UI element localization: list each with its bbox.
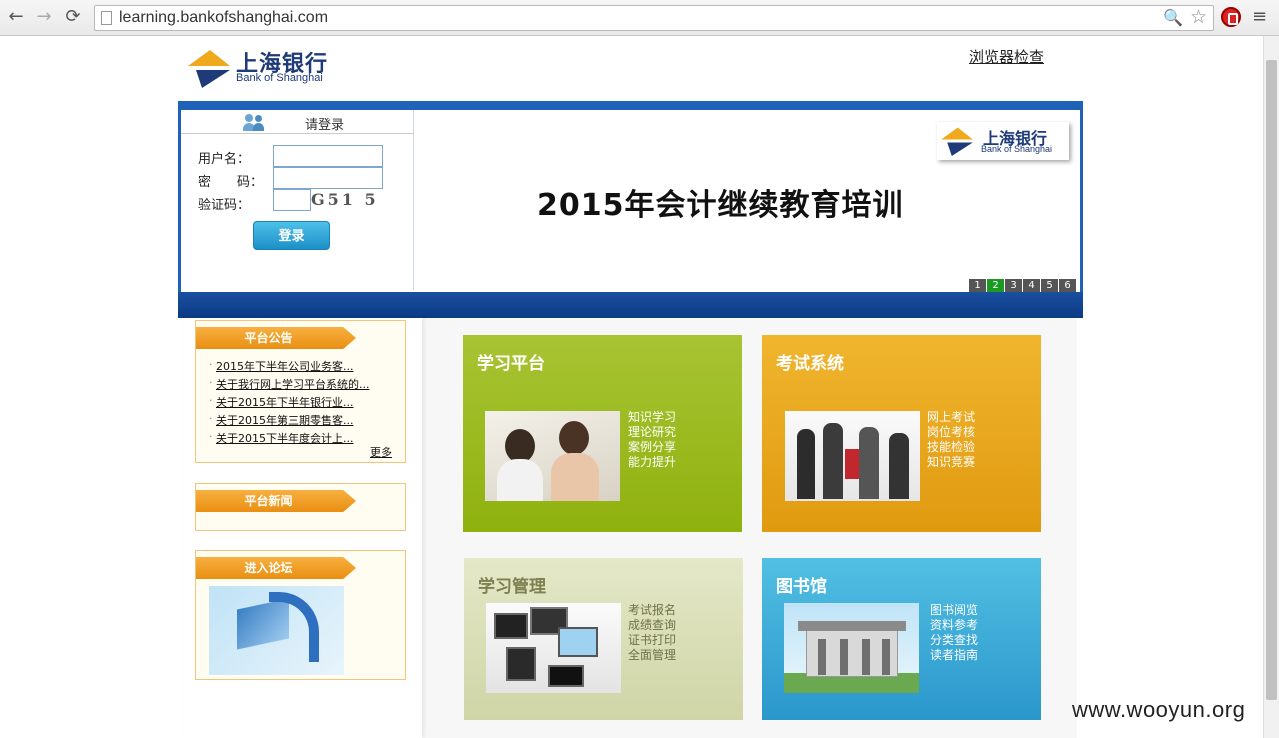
username-field[interactable]	[273, 145, 383, 167]
back-icon[interactable]: ←	[5, 6, 27, 28]
tile-study-platform[interactable]: 学习平台 知识学习 理论研究 案例分享 能力提升	[463, 335, 742, 532]
browser-check-link[interactable]: 浏览器检查	[969, 46, 1044, 67]
browser-toolbar: ← → ⟳ learning.bankofshanghai.com 🔍 ☆ ≡	[0, 0, 1279, 36]
tile-library-line: 资料参考	[930, 618, 979, 632]
announcements-title: 平台公告	[244, 331, 293, 345]
forum-arrow-graphic	[269, 592, 319, 662]
bank-logo-mark-icon	[188, 50, 230, 88]
tile-exam-line: 知识竞赛	[927, 455, 976, 469]
tile-manage-title: 学习管理	[478, 577, 546, 597]
banner-logo: 上海银行 Bank of Shanghai	[937, 122, 1069, 160]
exam-photo	[785, 411, 920, 501]
bookmark-star-icon[interactable]: ☆	[1190, 6, 1207, 28]
tile-study-management[interactable]: 学习管理 考试报名 成绩查询 证书打印 全面管理	[464, 558, 743, 720]
pager-item[interactable]: 6	[1059, 279, 1076, 292]
news-title: 平台新闻	[244, 494, 293, 508]
captcha-field[interactable]	[273, 189, 311, 211]
login-panel: 请登录 用户名： 密 码： 验证码： G51 5 登录	[181, 110, 414, 290]
tile-study-line: 案例分享	[628, 440, 677, 454]
tile-library-line: 读者指南	[930, 648, 979, 662]
username-label: 用户名：	[198, 152, 251, 167]
extension-stop-icon[interactable]	[1221, 7, 1241, 27]
tile-study-line: 知识学习	[628, 410, 677, 424]
tile-study-title: 学习平台	[477, 354, 545, 374]
login-header: 请登录	[181, 110, 414, 134]
password-field[interactable]	[273, 167, 383, 189]
page-icon	[101, 11, 112, 25]
forum-title: 进入论坛	[244, 561, 293, 575]
tile-exam-title: 考试系统	[776, 354, 844, 374]
tile-library-line: 图书阅览	[930, 603, 979, 617]
forward-icon[interactable]: →	[33, 6, 55, 28]
scrollbar-thumb[interactable]	[1266, 60, 1277, 700]
captcha-label: 验证码：	[198, 198, 251, 213]
password-label: 密 码：	[198, 175, 264, 190]
tile-exam-line: 技能检验	[927, 440, 976, 454]
tile-study-line: 能力提升	[628, 455, 677, 469]
announcements-box: 平台公告 2015年下半年公司业务客... 关于我行网上学习平台系统的... 关…	[195, 320, 406, 463]
announcement-item[interactable]: 关于2015年下半年银行业...	[209, 394, 354, 410]
banner-title: 2015年会计继续教育培训	[537, 188, 904, 223]
pager-item[interactable]: 5	[1041, 279, 1058, 292]
tile-manage-line: 证书打印	[628, 633, 677, 647]
forum-image[interactable]	[209, 586, 344, 675]
tile-exam-system[interactable]: 考试系统 网上考试 岗位考核 技能检验 知识竞赛	[762, 335, 1041, 532]
zoom-icon[interactable]: 🔍	[1163, 8, 1183, 27]
announcements-more-link[interactable]: 更多	[370, 444, 392, 460]
pager-item-active[interactable]: 2	[987, 279, 1004, 292]
pager-item[interactable]: 4	[1023, 279, 1040, 292]
tile-manage-line: 全面管理	[628, 648, 677, 662]
url-text: learning.bankofshanghai.com	[119, 9, 329, 26]
tile-manage-line: 成绩查询	[628, 618, 677, 632]
logo-english-name: Bank of Shanghai	[236, 72, 323, 84]
users-icon	[243, 114, 267, 132]
manage-photo	[486, 603, 621, 693]
tile-study-lines: 知识学习 理论研究 案例分享 能力提升	[628, 410, 676, 470]
reload-icon[interactable]: ⟳	[62, 6, 84, 28]
pager-item[interactable]: 1	[969, 279, 986, 292]
bank-logo[interactable]: 上海银行 Bank of Shanghai	[188, 46, 338, 90]
tile-exam-line: 网上考试	[927, 410, 976, 424]
tile-study-line: 理论研究	[628, 425, 677, 439]
pager-item[interactable]: 3	[1005, 279, 1022, 292]
tile-manage-line: 考试报名	[628, 603, 677, 617]
address-bar[interactable]: learning.bankofshanghai.com 🔍 ☆	[94, 5, 1214, 31]
news-ribbon[interactable]: 平台新闻	[196, 490, 356, 512]
tile-manage-lines: 考试报名 成绩查询 证书打印 全面管理	[628, 603, 676, 663]
menu-icon[interactable]: ≡	[1252, 6, 1267, 27]
news-box: 平台新闻	[195, 483, 406, 531]
login-title: 请登录	[305, 118, 345, 133]
tile-exam-lines: 网上考试 岗位考核 技能检验 知识竞赛	[927, 410, 975, 470]
watermark: www.wooyun.org	[1072, 697, 1246, 722]
banner-pager: 1 2 3 4 5 6	[968, 279, 1076, 292]
frame-top-bar	[178, 101, 1083, 110]
study-photo	[485, 411, 620, 501]
captcha-image[interactable]: G51 5	[311, 190, 383, 212]
tile-library[interactable]: 图书馆 图书阅览 资料参考 分类查找 读者指南	[762, 558, 1041, 720]
frame-right-border	[1080, 101, 1083, 301]
announcement-item[interactable]: 2015年下半年公司业务客...	[209, 358, 354, 374]
tile-library-lines: 图书阅览 资料参考 分类查找 读者指南	[930, 603, 978, 663]
forum-box[interactable]: 进入论坛	[195, 550, 406, 680]
forum-ribbon[interactable]: 进入论坛	[196, 557, 356, 579]
login-button[interactable]: 登录	[253, 221, 330, 250]
announcements-ribbon: 平台公告	[196, 327, 356, 349]
announcement-item[interactable]: 关于2015下半年度会计上...	[209, 430, 354, 446]
banner-slideshow[interactable]: 上海银行 Bank of Shanghai 2015年会计继续教育培训 1 2 …	[416, 110, 1080, 292]
banner-logo-mark-icon	[941, 127, 973, 156]
announcement-item[interactable]: 关于2015年第三期零售客...	[209, 412, 354, 428]
tile-exam-line: 岗位考核	[927, 425, 976, 439]
library-photo	[784, 603, 919, 693]
announcement-item[interactable]: 关于我行网上学习平台系统的...	[209, 376, 369, 392]
tile-library-line: 分类查找	[930, 633, 979, 647]
tile-library-title: 图书馆	[776, 577, 827, 597]
banner-logo-english: Bank of Shanghai	[981, 144, 1053, 154]
vertical-scrollbar[interactable]	[1263, 36, 1279, 738]
frame-bottom-bar	[178, 292, 1083, 318]
